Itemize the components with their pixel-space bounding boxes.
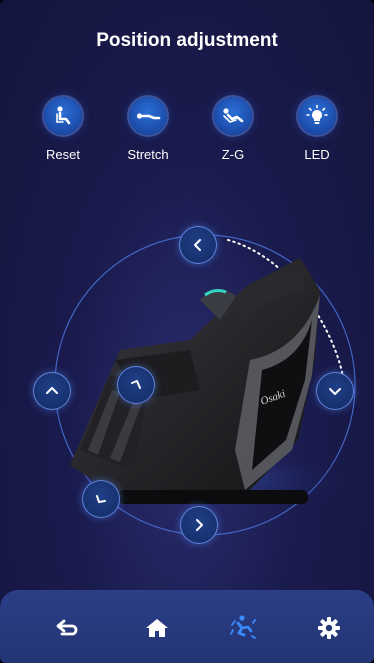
back-arrow-icon — [56, 619, 78, 636]
reset-label: Reset — [46, 147, 80, 162]
chevron-left-icon — [194, 239, 201, 251]
backrest-right-button[interactable] — [180, 506, 218, 544]
backrest-up-button[interactable] — [33, 372, 71, 410]
recline-button[interactable] — [117, 366, 155, 404]
backrest-left-button[interactable] — [179, 226, 217, 264]
leg-angle-icon — [96, 495, 106, 503]
stretch-label: Stretch — [127, 147, 169, 162]
bottom-nav — [0, 590, 374, 663]
position-stage: Osaki — [0, 200, 374, 580]
led-label: LED — [304, 147, 330, 162]
chevron-down-icon — [329, 388, 341, 395]
angle-icon — [131, 380, 141, 389]
chevron-up-icon — [46, 387, 58, 394]
gear-icon — [318, 617, 340, 639]
nav-back-button[interactable] — [48, 608, 88, 648]
backrest-down-button[interactable] — [316, 372, 354, 410]
light-bulb-icon — [306, 104, 328, 124]
chevron-right-icon — [196, 519, 203, 531]
zero-gravity-button[interactable]: Z-G — [198, 97, 268, 162]
mode-buttons: Reset Stretch Z-G LED — [0, 97, 374, 177]
massage-person-icon — [230, 615, 256, 639]
app-screen: Position adjustment Reset Stretch Z-G LE… — [0, 0, 374, 663]
led-button[interactable]: LED — [282, 97, 352, 162]
nav-home-button[interactable] — [137, 608, 177, 648]
reset-button[interactable]: Reset — [28, 97, 98, 162]
page-title: Position adjustment — [96, 30, 278, 51]
nav-massage-button[interactable] — [223, 608, 263, 648]
home-icon — [146, 619, 168, 637]
zero-gravity-person-icon — [223, 108, 244, 123]
leg-angle-button[interactable] — [82, 480, 120, 518]
stretch-person-icon — [136, 113, 161, 120]
nav-settings-button[interactable] — [309, 608, 349, 648]
stretch-button[interactable]: Stretch — [113, 97, 183, 162]
recline-person-icon — [56, 106, 71, 125]
zero-gravity-label: Z-G — [221, 147, 245, 162]
